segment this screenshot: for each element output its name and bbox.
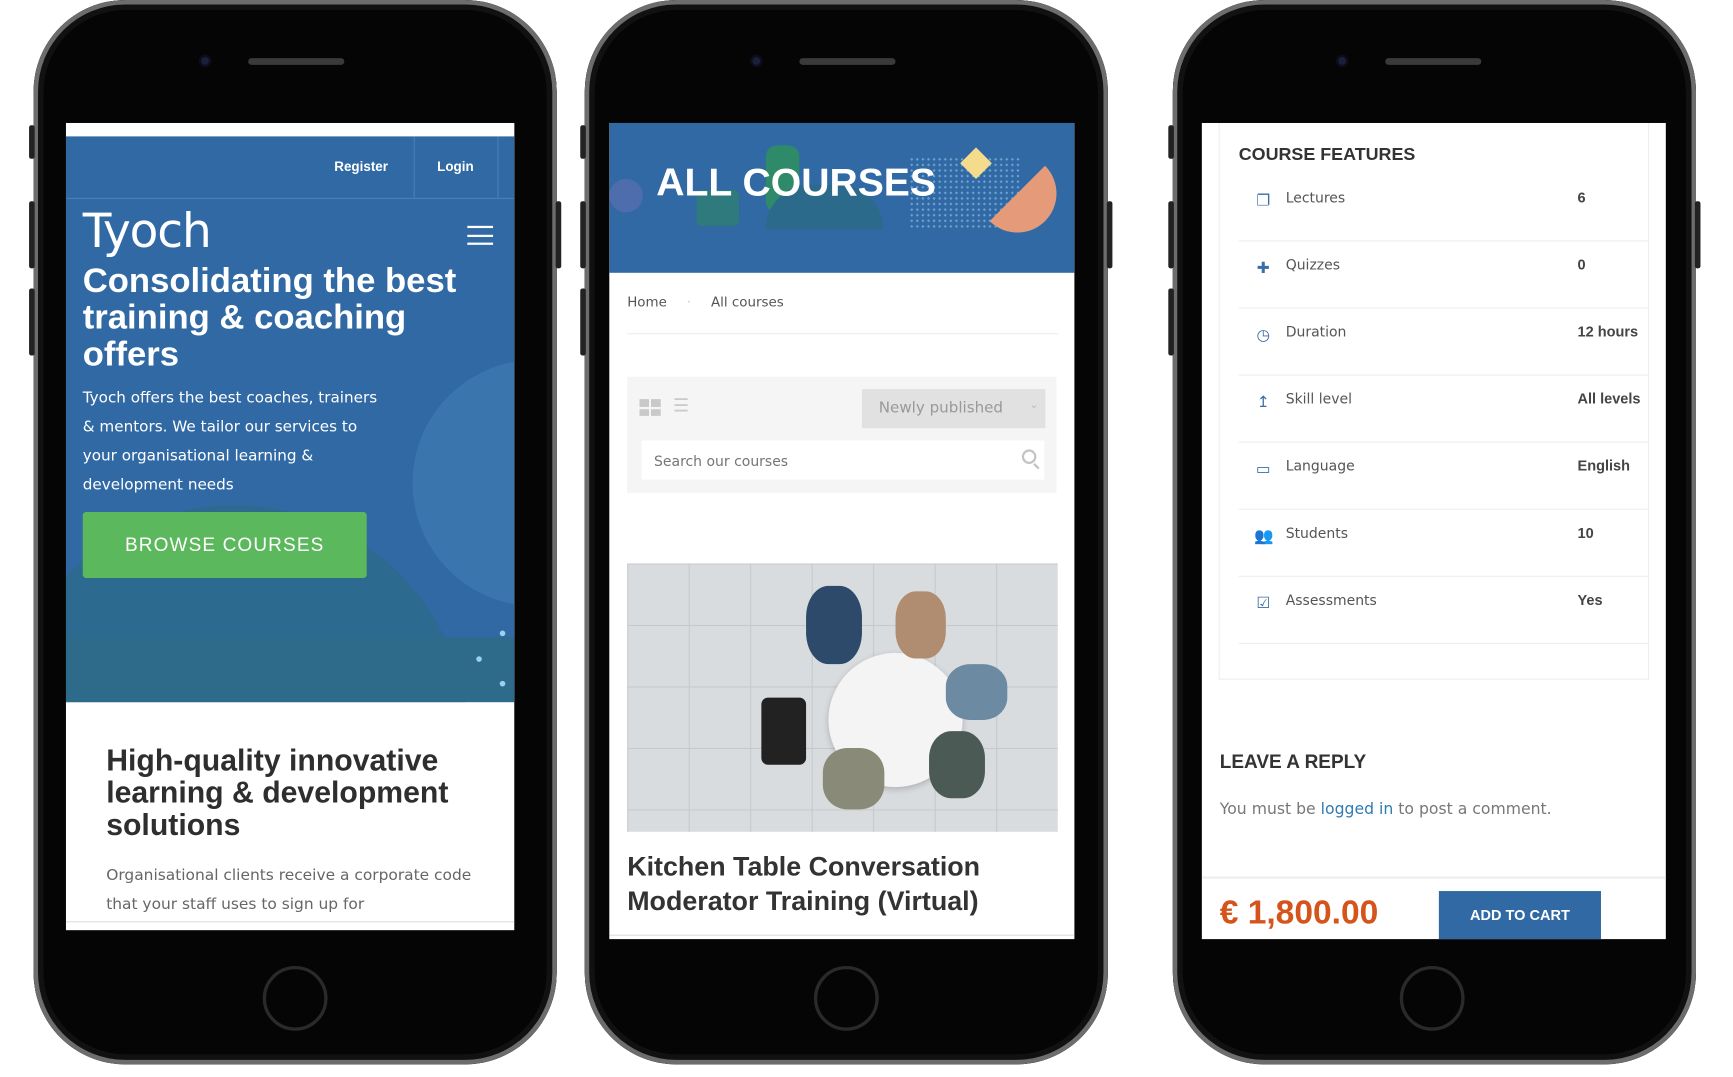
grid-view-icon[interactable] [639, 399, 661, 416]
clock-icon: ◷ [1256, 325, 1271, 344]
feature-value: 12 hours [1577, 323, 1639, 340]
puzzle-icon: ✚ [1256, 258, 1270, 277]
screen-courses: ALL COURSES Home · All courses ☰ Newly p… [609, 122, 1075, 940]
register-link[interactable]: Register [334, 159, 388, 175]
speaker [248, 58, 345, 65]
section-title: High-quality innovative learning & devel… [106, 743, 449, 842]
screen-course-detail: COURSE FEATURES ❐ Lectures 6 ✚ Quizzes 0 ◷ Dura… [1201, 122, 1666, 940]
price: € 1,800.00 [1219, 894, 1379, 932]
feature-label: Quizzes [1285, 256, 1340, 273]
logo[interactable]: Tyoch [83, 203, 212, 258]
reply-text: You must be logged in to post a comment. [1219, 800, 1552, 819]
login-link[interactable]: Login [437, 159, 474, 175]
list-view-icon[interactable]: ☰ [673, 397, 689, 417]
users-icon: 👥 [1254, 526, 1274, 545]
add-to-cart-button[interactable]: ADD TO CART [1438, 891, 1601, 940]
section-text: Organisational clients receive a corpora… [106, 866, 472, 914]
courses-banner: ALL COURSES [609, 122, 1075, 273]
feature-row-assessments: ☑ Assessments Yes [1238, 576, 1648, 644]
camera-icon [199, 54, 212, 68]
search-field[interactable] [641, 440, 1045, 482]
phone-frame-course-detail: COURSE FEATURES ❐ Lectures 6 ✚ Quizzes 0 ◷ Dura… [1168, 0, 1701, 1065]
banner-title: ALL COURSES [656, 160, 937, 205]
feature-label: Skill level [1285, 390, 1352, 407]
hero-title: Consolidating the best training & coachi… [82, 260, 457, 374]
search-input[interactable] [641, 440, 1015, 482]
feature-value: 0 [1577, 256, 1586, 273]
breadcrumb-home[interactable]: Home [627, 294, 667, 310]
feature-value: Yes [1577, 591, 1603, 609]
course-title[interactable]: Kitchen Table Conversation Moderator Tra… [627, 850, 1063, 919]
speaker [1385, 58, 1482, 65]
feature-label: Lectures [1285, 188, 1346, 206]
camera-icon [750, 54, 763, 68]
phone-frame-home: Register Login Tyoch Consolidating the b… [29, 0, 562, 1065]
feature-row-skill-level: ↥ Skill level All levels [1238, 375, 1648, 443]
feature-value: 6 [1577, 188, 1586, 206]
feature-label: Assessments [1285, 591, 1377, 609]
logged-in-link[interactable]: logged in [1321, 800, 1394, 818]
copy-icon: ❐ [1256, 191, 1271, 210]
features-title: COURSE FEATURES [1238, 145, 1416, 165]
top-bar: Register Login [65, 136, 515, 200]
language-icon: ▭ [1255, 459, 1271, 478]
hamburger-icon[interactable] [467, 225, 494, 245]
reply-title: LEAVE A REPLY [1219, 751, 1367, 773]
level-up-icon: ↥ [1256, 392, 1270, 411]
home-button[interactable] [813, 965, 879, 1031]
feature-row-language: ▭ Language English [1238, 442, 1648, 510]
feature-value: 10 [1577, 524, 1594, 542]
feature-row-duration: ◷ Duration 12 hours [1238, 307, 1648, 376]
feature-value: English [1577, 457, 1630, 475]
camera-icon [1336, 54, 1349, 68]
phone-frame-courses: ALL COURSES Home · All courses ☰ Newly p… [580, 0, 1113, 1065]
hero-text: Tyoch offers the best coaches, trainers … [82, 389, 378, 495]
feature-row-quizzes: ✚ Quizzes 0 [1238, 240, 1648, 309]
feature-label: Duration [1285, 323, 1347, 340]
screen-home: Register Login Tyoch Consolidating the b… [65, 122, 515, 931]
sort-select[interactable]: Newly published ⌄ [861, 389, 1046, 429]
feature-row-lectures: ❐ Lectures 6 [1238, 173, 1648, 242]
home-button[interactable] [1399, 965, 1465, 1031]
course-image[interactable] [627, 563, 1058, 832]
speaker [799, 58, 896, 65]
breadcrumb-all-courses: All courses [710, 294, 784, 310]
check-square-icon: ☑ [1256, 593, 1271, 612]
home-button[interactable] [262, 965, 328, 1031]
feature-row-students: 👥 Students 10 [1238, 509, 1648, 577]
feature-label: Language [1285, 457, 1355, 475]
course-features-panel: COURSE FEATURES ❐ Lectures 6 ✚ Quizzes 0 ◷ Dura… [1218, 122, 1650, 680]
breadcrumb: Home · All courses [627, 294, 784, 310]
chevron-down-icon: ⌄ [1029, 399, 1039, 412]
feature-label: Students [1285, 524, 1349, 542]
browse-courses-button[interactable]: BROWSE COURSES [82, 512, 367, 579]
feature-value: All levels [1577, 390, 1641, 407]
course-filter-bar: ☰ Newly published ⌄ [627, 376, 1057, 494]
